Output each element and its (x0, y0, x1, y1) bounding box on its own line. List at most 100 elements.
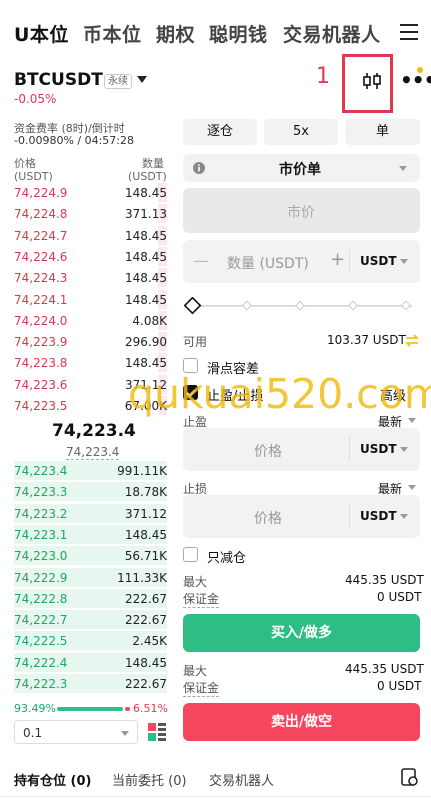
buy-long-button[interactable]: 买入/做多 (183, 614, 420, 652)
bid-quantity: 148.45 (125, 655, 167, 670)
bid-row[interactable]: 74,222.5 2.45K (14, 630, 167, 651)
sell-margin-value: 0 USDT (377, 679, 422, 693)
tab-open-orders[interactable]: 当前委托 (0) (112, 770, 187, 789)
bid-row[interactable]: 74,223.0 56.71K (14, 545, 167, 566)
tab-usdt-margined[interactable]: U本位 (14, 20, 69, 47)
bid-row[interactable]: 74,223.3 18.78K (14, 481, 167, 502)
chevron-down-icon (408, 485, 416, 490)
ask-row[interactable]: 74,224.0 4.08K (14, 310, 167, 331)
bid-price: 74,222.3 (14, 677, 68, 691)
stop-loss-placeholder: 价格 (254, 511, 282, 527)
ask-price: 74,223.6 (14, 377, 68, 392)
bid-price: 74,223.3 (14, 485, 68, 500)
bid-price: 74,223.4 (14, 464, 68, 478)
transfer-icon[interactable] (405, 334, 419, 347)
info-icon[interactable] (193, 162, 205, 174)
ask-quantity: 148.45 (125, 249, 167, 264)
bid-price: 74,222.8 (14, 591, 68, 606)
order-type-select[interactable]: 市价单 (183, 154, 420, 182)
tab-smart-money[interactable]: 聪明钱 (209, 20, 268, 47)
buy-margin-value: 0 USDT (377, 590, 422, 604)
orderbook-layout-icon[interactable] (147, 722, 167, 742)
ask-price: 74,223.5 (14, 399, 68, 413)
bid-price: 74,222.4 (14, 655, 68, 670)
bid-row[interactable]: 74,223.1 148.45 (14, 524, 167, 545)
percentage-slider[interactable] (184, 297, 414, 315)
position-mode-button[interactable]: 单 (345, 119, 420, 145)
sell-ratio: 6.51% (133, 702, 168, 715)
order-history-icon[interactable] (401, 768, 419, 787)
bid-quantity: 111.33K (117, 570, 167, 585)
bid-price: 74,222.5 (14, 634, 68, 649)
candlestick-chart-icon[interactable] (362, 72, 382, 90)
menu-icon[interactable] (400, 24, 418, 40)
buy-max-value: 445.35 USDT (345, 573, 424, 587)
ask-row[interactable]: 74,224.7 148.45 (14, 225, 167, 246)
quantity-field[interactable]: — 数量 (USDT) + USDT (183, 240, 420, 283)
depth-step-select[interactable]: 0.1 (14, 720, 138, 744)
depth-step-value: 0.1 (23, 726, 43, 740)
mark-price: 74,223.4 (66, 445, 120, 460)
take-profit-price-field[interactable]: 价格 USDT (183, 428, 420, 471)
price-field[interactable]: 市价 (183, 188, 420, 233)
margin-mode-button[interactable]: 逐仓 (183, 119, 257, 145)
tab-options[interactable]: 期权 (156, 20, 195, 47)
tab-bots[interactable]: 交易机器人 (209, 770, 274, 789)
ask-quantity: 371.13 (125, 207, 167, 222)
bid-row[interactable]: 74,222.8 222.67 (14, 588, 167, 609)
ask-row[interactable]: 74,224.6 148.45 (14, 246, 167, 267)
ask-row[interactable]: 74,224.9 148.45 (14, 182, 167, 203)
ask-price: 74,224.1 (14, 292, 68, 307)
ask-price: 74,224.0 (14, 313, 68, 328)
take-profit-placeholder: 价格 (254, 444, 282, 460)
tab-positions[interactable]: 持有仓位 (0) (14, 770, 91, 789)
sell-short-button[interactable]: 卖出/做空 (183, 703, 420, 741)
ask-row[interactable]: 74,223.9 296.90 (14, 331, 167, 352)
take-profit-unit[interactable]: USDT (360, 442, 397, 456)
order-type-value: 市价单 (279, 162, 321, 178)
divider (349, 437, 350, 461)
ask-row[interactable]: 74,224.8 371.13 (14, 203, 167, 224)
sell-ratio-bar (125, 707, 130, 711)
bid-row[interactable]: 74,222.9 111.33K (14, 567, 167, 588)
bid-quantity: 148.45 (125, 527, 167, 542)
symbol-dropdown-icon[interactable] (137, 76, 147, 83)
decrease-icon[interactable]: — (193, 251, 209, 270)
bid-row[interactable]: 74,223.2 371.12 (14, 503, 167, 524)
ask-price: 74,223.8 (14, 356, 68, 371)
sell-max-label: 最大 (183, 664, 208, 678)
divider (0, 796, 431, 797)
leverage-button[interactable]: 5x (264, 119, 338, 145)
tab-trading-bots[interactable]: 交易机器人 (283, 20, 381, 47)
ask-row[interactable]: 74,224.3 148.45 (14, 267, 167, 288)
ask-price: 74,224.9 (14, 186, 68, 200)
bid-row[interactable]: 74,222.3 222.67 (14, 673, 167, 694)
sell-max-value: 445.35 USDT (345, 662, 424, 676)
reduce-only-label: 只减仓 (207, 551, 247, 566)
last-price[interactable]: 74,223.4 (52, 421, 136, 441)
more-options-icon[interactable]: ••• (400, 70, 431, 90)
stop-loss-unit[interactable]: USDT (360, 509, 397, 523)
funding-rate-value: -0.00980% / 04:57:28 (14, 134, 135, 147)
bid-row[interactable]: 74,222.7 222.67 (14, 609, 167, 630)
bid-row[interactable]: 74,222.4 148.45 (14, 652, 167, 673)
orderbook-price-header: 价格 (14, 157, 36, 170)
bid-quantity: 222.67 (125, 677, 167, 691)
reduce-only-checkbox[interactable] (183, 547, 198, 562)
chevron-down-icon (400, 447, 408, 452)
quantity-unit[interactable]: USDT (360, 254, 397, 268)
stop-loss-price-field[interactable]: 价格 USDT (183, 495, 420, 538)
bid-row[interactable]: 74,223.4 991.11K (14, 460, 167, 481)
ask-row[interactable]: 74,224.1 148.45 (14, 289, 167, 310)
price-placeholder: 市价 (287, 205, 315, 221)
available-value: 103.37 USDT (327, 333, 406, 347)
ask-quantity: 148.45 (125, 292, 167, 307)
perpetual-badge: 永续 (104, 74, 132, 89)
bid-price: 74,223.2 (14, 506, 68, 521)
notification-dot (417, 67, 423, 73)
symbol-name[interactable]: BTCUSDT (14, 70, 103, 90)
sell-margin-label: 保证金 (183, 681, 220, 697)
increase-icon[interactable]: + (330, 249, 345, 270)
bid-price: 74,223.0 (14, 549, 68, 564)
tab-coin-margined[interactable]: 币本位 (83, 20, 142, 47)
